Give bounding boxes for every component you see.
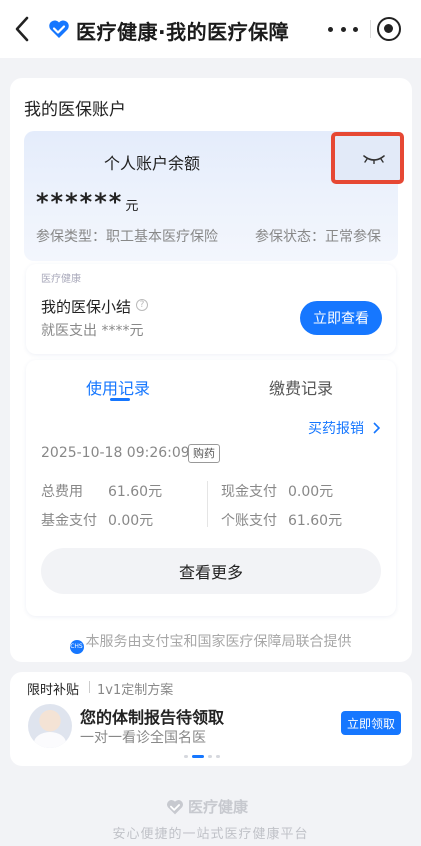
summary-title: 我的医保小结 — [41, 298, 132, 316]
info-icon[interactable]: ? — [136, 299, 148, 311]
buy-medicine-reimburse-link[interactable]: 买药报销 — [308, 418, 381, 438]
record-type-badge: 购药 — [188, 444, 220, 463]
promo-tag: 限时补贴 — [27, 683, 80, 698]
page-title: 医疗健康·我的医疗保障 — [76, 20, 290, 44]
fund-payment-label: 基金支付 — [41, 513, 97, 529]
brand-heart-logo-icon — [167, 799, 183, 814]
brand-heart-logo-icon — [49, 20, 69, 38]
record-circle-icon[interactable] — [377, 17, 401, 41]
record-timestamp: 2025-10-18 09:26:09 — [41, 445, 190, 461]
footer-brand: 医疗健康 — [166, 796, 248, 817]
total-fee-value: 61.60元 — [108, 484, 163, 500]
chevron-right-icon — [373, 422, 381, 434]
provider-note-text: 本服务由支付宝和国家医疗保障局联合提供 — [85, 634, 352, 650]
balance-label: 个人账户余额 — [104, 154, 201, 173]
balance-unit: 元 — [125, 199, 139, 214]
doctor-avatar — [28, 704, 72, 748]
insurance-type: 参保类型：职工基本医疗保险 — [36, 229, 218, 245]
footer-brand-name: 医疗健康 — [188, 798, 249, 816]
summary-source: 医疗健康 — [41, 274, 81, 285]
eye-closed-icon — [363, 155, 385, 164]
provider-note: CHS 本服务由支付宝和国家医疗保障局联合提供 — [0, 631, 421, 654]
carousel-indicator — [184, 754, 240, 758]
total-fee-label: 总费用 — [41, 484, 83, 500]
personal-account-payment-label: 个账支付 — [221, 513, 277, 529]
balance-value: ****** — [36, 188, 124, 216]
view-more-button[interactable]: 查看更多 — [41, 548, 381, 594]
cash-payment-value: 0.00元 — [288, 484, 334, 500]
tab-usage-records[interactable]: 使用记录 — [86, 375, 150, 399]
column-divider — [207, 481, 208, 527]
active-tab-indicator — [110, 398, 130, 401]
promo-title: 您的体制报告待领取 — [80, 708, 225, 727]
promo-description: 一对一看诊全国名医 — [80, 730, 206, 746]
insurance-status: 参保状态：正常参保 — [255, 229, 381, 245]
top-bar: 医疗健康·我的医疗保障 — [0, 0, 421, 58]
toggle-balance-visibility-button[interactable] — [331, 132, 404, 184]
top-divider — [370, 20, 371, 38]
section-title: 我的医保账户 — [24, 100, 126, 120]
balance-amount: ****** 元 — [36, 188, 138, 216]
view-now-button[interactable]: 立即查看 — [300, 301, 382, 335]
promo-tag-divider — [89, 681, 90, 693]
chs-logo-icon: CHS — [69, 640, 84, 654]
claim-now-button[interactable]: 立即领取 — [341, 711, 401, 735]
back-arrow-icon[interactable] — [10, 14, 36, 44]
cash-payment-label: 现金支付 — [221, 484, 277, 500]
buy-link-label: 买药报销 — [308, 421, 364, 437]
summary-subtitle: 就医支出 ****元 — [41, 323, 144, 339]
footer-slogan: 安心便捷的一站式医疗健康平台 — [112, 827, 309, 842]
more-dots-icon[interactable] — [328, 18, 358, 40]
personal-account-payment-value: 61.60元 — [288, 513, 343, 529]
promo-tag-sub: 1v1定制方案 — [97, 683, 174, 698]
fund-payment-value: 0.00元 — [108, 513, 154, 529]
tab-payment-records[interactable]: 缴费记录 — [269, 375, 333, 399]
